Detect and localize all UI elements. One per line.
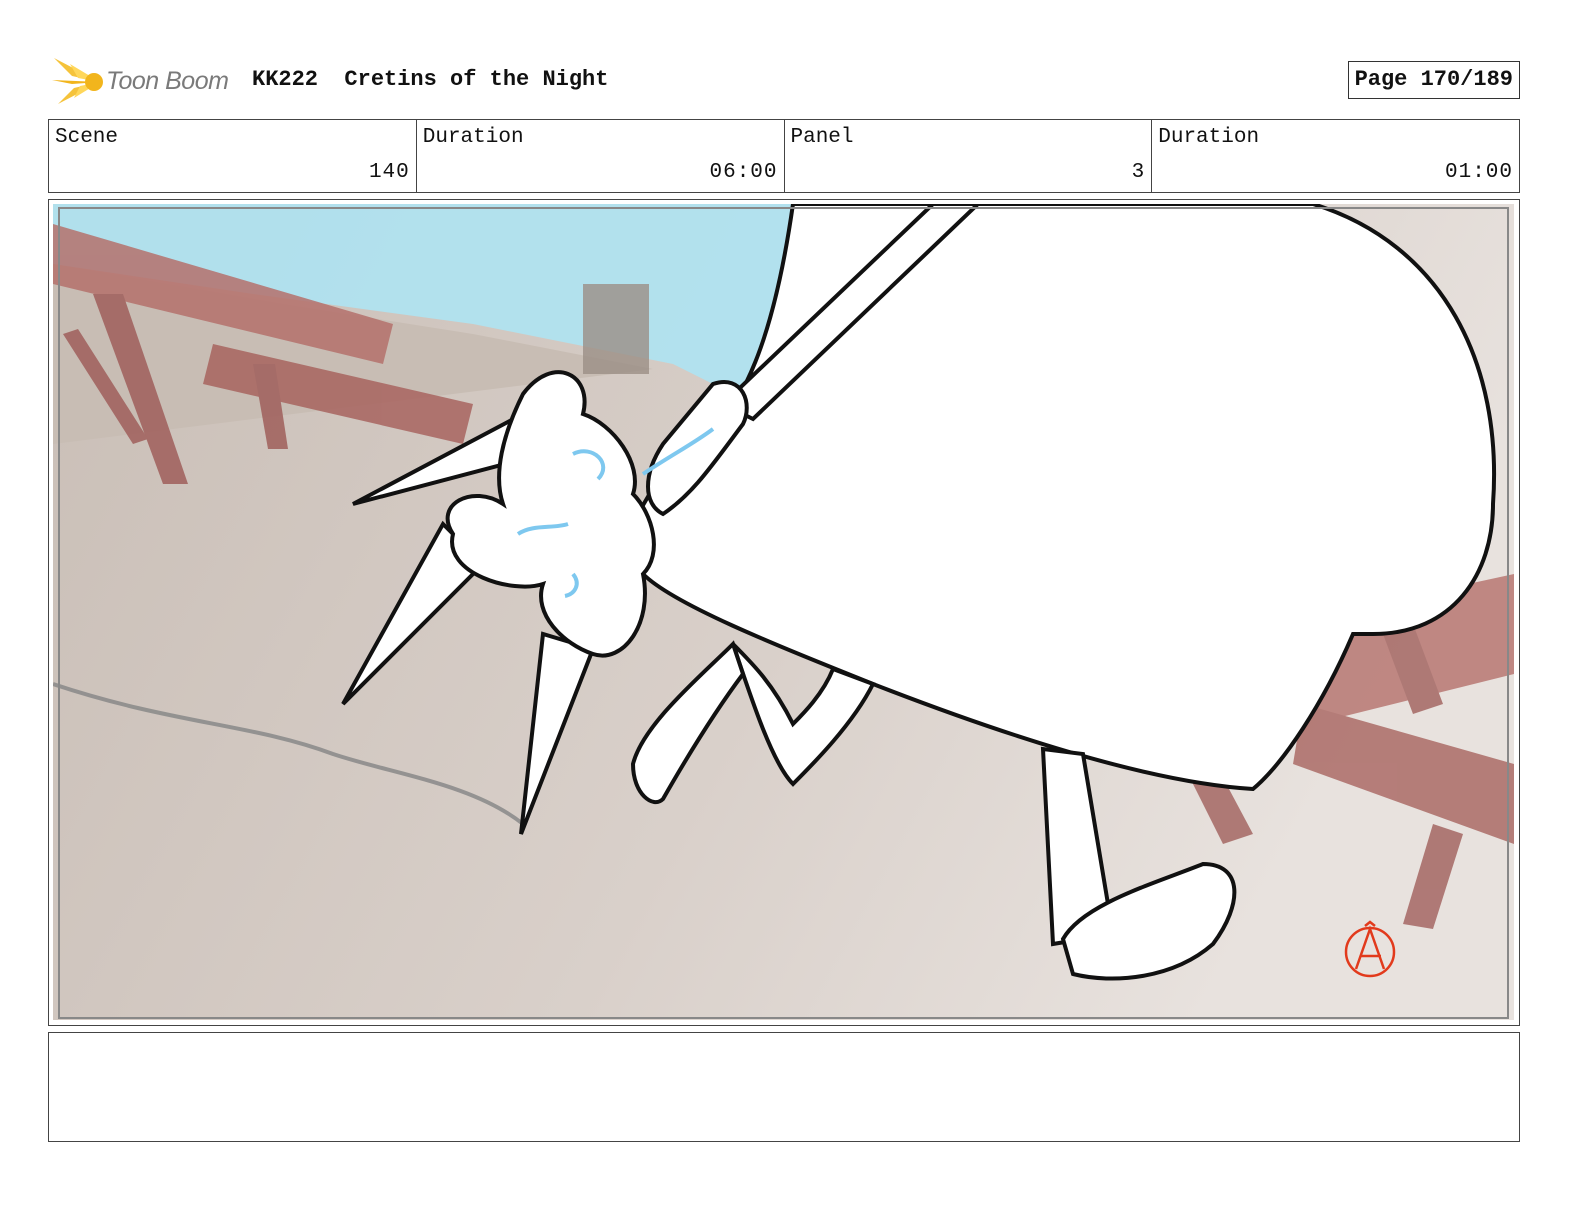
toon-boom-burst-icon [52, 58, 103, 104]
scene-cell: Scene 140 [49, 120, 417, 192]
panel-notes-box [48, 1032, 1520, 1142]
page-number: Page 170/189 [1347, 61, 1520, 99]
logo-text: Toon Boom [106, 67, 229, 95]
storyboard-header: Toon Boom KK222 Cretins of the Night Pag… [48, 50, 1520, 106]
scene-info-table: Scene 140 Duration 06:00 Panel 3 Duratio… [48, 119, 1520, 193]
storyboard-panel [48, 199, 1520, 1026]
panel-duration-value: 01:00 [1444, 161, 1513, 184]
panel-drawing [53, 204, 1514, 1020]
scene-duration-label: Duration [422, 126, 524, 149]
project-title: KK222 Cretins of the Night [252, 67, 609, 92]
scene-value: 140 [368, 161, 410, 184]
panel-cell: Panel 3 [785, 120, 1153, 192]
panel-label: Panel [790, 126, 854, 149]
panel-duration-cell: Duration 01:00 [1152, 120, 1519, 192]
scene-duration-cell: Duration 06:00 [417, 120, 785, 192]
panel-value: 3 [1131, 161, 1146, 184]
background-crate [583, 284, 649, 374]
scene-label: Scene [55, 126, 119, 149]
panel-duration-label: Duration [1158, 126, 1260, 149]
scene-duration-value: 06:00 [709, 161, 778, 184]
toon-boom-logo: Toon Boom [50, 54, 240, 106]
